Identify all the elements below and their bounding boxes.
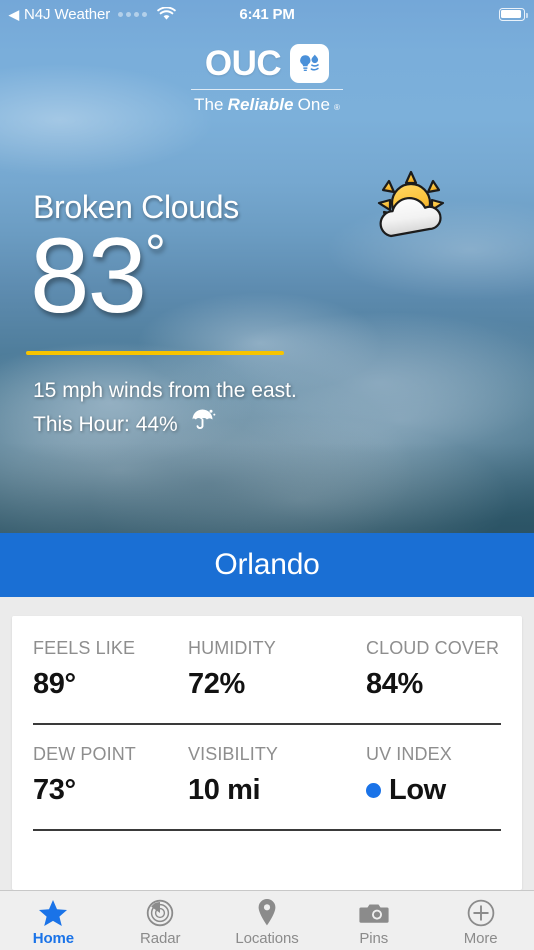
- metric-label: FEELS LIKE: [33, 638, 136, 658]
- precipitation-summary: This Hour: 44%: [33, 407, 297, 443]
- uv-status-dot-icon: [366, 783, 381, 798]
- metric-value: 73°: [33, 774, 188, 807]
- metric-label: UV INDEX: [366, 744, 452, 764]
- metric-feels-like: FEELS LIKE 89°: [33, 638, 188, 701]
- lightbulb-waterdrop-icon: [290, 44, 330, 83]
- sun-behind-cloud-icon: [365, 170, 457, 244]
- tab-label: Radar: [140, 929, 181, 947]
- logo-tagline: The Reliable One ®: [194, 95, 340, 115]
- tagline-emphasis: Reliable: [227, 95, 294, 114]
- metrics-row-2: DEW POINT 73° VISIBILITY 10 mi UV INDEX: [33, 744, 501, 807]
- metric-value-text: 10 mi: [188, 774, 261, 806]
- metric-value-text: 73°: [33, 774, 76, 806]
- radar-icon: [146, 899, 174, 927]
- metric-cloud-cover: CLOUD COVER 84%: [366, 638, 501, 701]
- degree-symbol: °: [145, 225, 166, 283]
- tab-pins[interactable]: Pins: [320, 891, 427, 950]
- metric-value-text: 72%: [188, 668, 245, 700]
- tab-radar[interactable]: Radar: [107, 891, 214, 950]
- details-card: FEELS LIKE 89° HUMIDITY 72% CLOUD COVER …: [12, 616, 522, 890]
- hero-bottom-fade: [0, 443, 534, 533]
- logo-wordmark: OUC: [204, 44, 282, 83]
- ouc-logo: OUC The Reliable One ®: [0, 44, 534, 115]
- registered-mark: ®: [334, 103, 341, 112]
- weather-app-screen: ◀ N4J Weather 6:41 PM OUC The Reliable O…: [0, 0, 534, 950]
- metric-value: Low: [366, 774, 501, 807]
- tab-locations[interactable]: Locations: [214, 891, 321, 950]
- metric-label: CLOUD COVER: [366, 638, 500, 658]
- metric-label: HUMIDITY: [188, 638, 276, 658]
- logo-divider: [191, 89, 343, 90]
- accent-divider: [26, 351, 284, 355]
- metrics-row-1: FEELS LIKE 89° HUMIDITY 72% CLOUD COVER …: [33, 638, 501, 701]
- city-name: Orlando: [214, 548, 320, 581]
- metric-humidity: HUMIDITY 72%: [188, 638, 366, 701]
- metrics-divider-2: [33, 829, 501, 831]
- metrics-divider-1: [33, 723, 501, 725]
- tagline-suffix: One: [297, 95, 331, 114]
- city-banner[interactable]: Orlando: [0, 533, 534, 597]
- details-sheet: FEELS LIKE 89° HUMIDITY 72% CLOUD COVER …: [0, 597, 534, 890]
- status-bar: ◀ N4J Weather 6:41 PM: [0, 0, 534, 28]
- precip-label: This Hour: 44%: [33, 412, 178, 436]
- bottom-tab-bar: Home Radar Locations Pins More: [0, 890, 534, 950]
- metric-value: 89°: [33, 668, 188, 701]
- plus-circle-icon: [467, 899, 495, 927]
- metric-value: 72%: [188, 668, 366, 701]
- metric-value: 84%: [366, 668, 501, 701]
- status-bar-time: 6:41 PM: [239, 5, 295, 23]
- metric-uv-index: UV INDEX Low: [366, 744, 501, 807]
- metric-value-text: Low: [389, 774, 446, 806]
- star-icon: [38, 899, 68, 927]
- tab-label: More: [463, 929, 498, 947]
- weather-summary: 15 mph winds from the east. This Hour: 4…: [33, 375, 297, 443]
- tab-label: Pins: [359, 929, 389, 947]
- metric-label: VISIBILITY: [188, 744, 279, 764]
- umbrella-icon: [190, 407, 217, 443]
- metric-visibility: VISIBILITY 10 mi: [188, 744, 366, 807]
- tab-more[interactable]: More: [427, 891, 534, 950]
- wind-summary: 15 mph winds from the east.: [33, 379, 297, 402]
- temperature-value: 83: [30, 215, 147, 335]
- tagline-prefix: The: [193, 95, 224, 114]
- metric-value: 10 mi: [188, 774, 366, 807]
- tab-label: Home: [32, 929, 75, 947]
- logo-row: OUC: [204, 44, 330, 83]
- tab-label: Locations: [235, 929, 299, 947]
- tab-home[interactable]: Home: [0, 891, 107, 950]
- metric-value-text: 89°: [33, 668, 76, 700]
- battery-icon: [499, 7, 528, 21]
- current-temperature: 83°: [30, 222, 166, 329]
- metric-dew-point: DEW POINT 73°: [33, 744, 188, 807]
- camera-icon: [359, 899, 389, 927]
- metric-value-text: 84%: [366, 668, 423, 700]
- metric-label: DEW POINT: [33, 744, 136, 764]
- map-pin-icon: [256, 899, 278, 927]
